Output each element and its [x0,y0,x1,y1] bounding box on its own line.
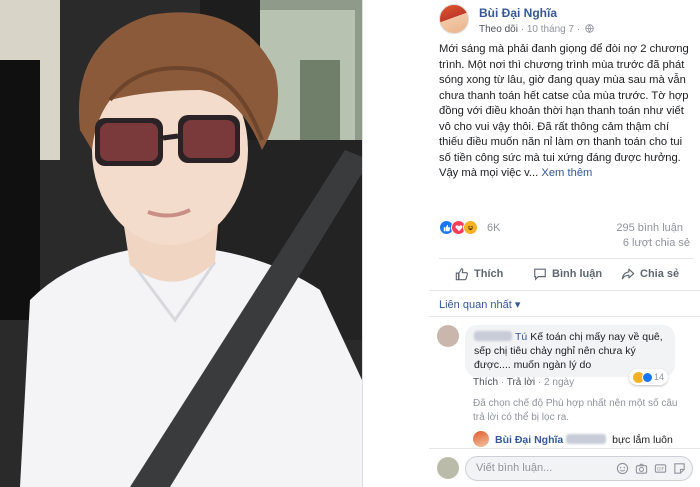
commenter-avatar[interactable] [437,325,459,347]
like-label: Thích [474,268,504,280]
comment-count[interactable]: 295 bình luận [616,222,683,234]
comment-sort-dropdown[interactable]: Liên quan nhất ▾ [439,298,520,311]
post-header: Bùi Đại Nghĩa Theo dõi · 10 tháng 7 · [439,0,700,42]
comment-sort-bar: Liên quan nhất ▾ [429,290,700,316]
post-photo[interactable] [0,0,362,487]
comment-box[interactable]: GIF [465,456,693,481]
reply-author-name[interactable]: Bùi Đại Nghĩa [495,434,563,446]
comment-like-link[interactable]: Thích [473,377,498,388]
commenter-name-suffix[interactable]: Tú [515,331,527,343]
post-meta: Theo dõi · 10 tháng 7 · [479,24,594,35]
post-action-bar: Thích Bình luận Chia sẻ [439,258,693,288]
thumbs-up-icon [455,268,468,281]
post-date[interactable]: 10 tháng 7 [527,24,574,35]
reaction-count: 6K [487,222,501,234]
emoji-icon[interactable] [616,462,629,475]
meta-separator-2: · [574,24,583,35]
share-label: Chia sẻ [640,268,680,280]
post-text: Mới sáng mà phải đanh giọng để đòi nợ 2 … [439,43,689,179]
author-avatar[interactable] [439,4,469,34]
comment-button[interactable]: Bình luận [533,265,602,283]
comment-label: Bình luận [552,268,603,280]
blurred-tag-name [566,434,607,444]
blurred-commenter-name [474,331,512,341]
speech-bubble-icon [534,268,546,281]
reply-text: bực lắm luôn [612,434,673,446]
reply-text-line: Bùi Đại Nghĩa bực lắm luôn [495,434,673,446]
author-name[interactable]: Bùi Đại Nghĩa [479,6,557,20]
follow-link[interactable]: Theo dõi [479,24,518,35]
svg-text:GIF: GIF [657,467,665,473]
post-body: Mới sáng mà phải đanh giọng để đòi nợ 2 … [439,42,693,182]
comment-list: Tú Kế toán chị mấy nay về quê, sếp chị t… [429,316,700,448]
meta-separator: · [517,24,527,35]
comment-actions: Thích · Trả lời · 2 ngày [473,377,575,388]
share-arrow-icon [621,268,635,280]
like-button[interactable]: Thích [455,265,503,283]
see-more-link[interactable]: Xem thêm [541,167,592,179]
reply-author-avatar[interactable] [473,431,489,447]
comment-reply-link[interactable]: Trả lời [507,377,535,388]
share-count[interactable]: 6 lượt chia sẻ [623,237,690,249]
comment-reaction-count: 14 [654,372,665,382]
reaction-summary[interactable]: 6K 295 bình luận [439,220,693,236]
comment-input[interactable] [476,462,586,474]
selfie-photo-illustration [0,0,362,487]
gif-icon[interactable]: GIF [654,462,667,475]
post-panel: Bùi Đại Nghĩa Theo dõi · 10 tháng 7 · Mớ… [362,0,700,487]
camera-icon[interactable] [635,462,648,475]
share-button[interactable]: Chia sẻ [621,265,679,283]
haha-icon [463,220,478,235]
current-user-avatar [437,457,459,479]
thumbs-up-icon [642,371,653,383]
sticker-icon[interactable] [673,462,686,475]
comment-reactions[interactable]: 14 [629,369,669,385]
comment-time[interactable]: 2 ngày [544,377,574,388]
composer-icons: GIF [616,462,686,475]
comment-composer: GIF [429,448,700,487]
filter-notice: Đã chọn chế độ Phù hợp nhất nên một số c… [473,398,678,423]
globe-icon [585,24,594,33]
